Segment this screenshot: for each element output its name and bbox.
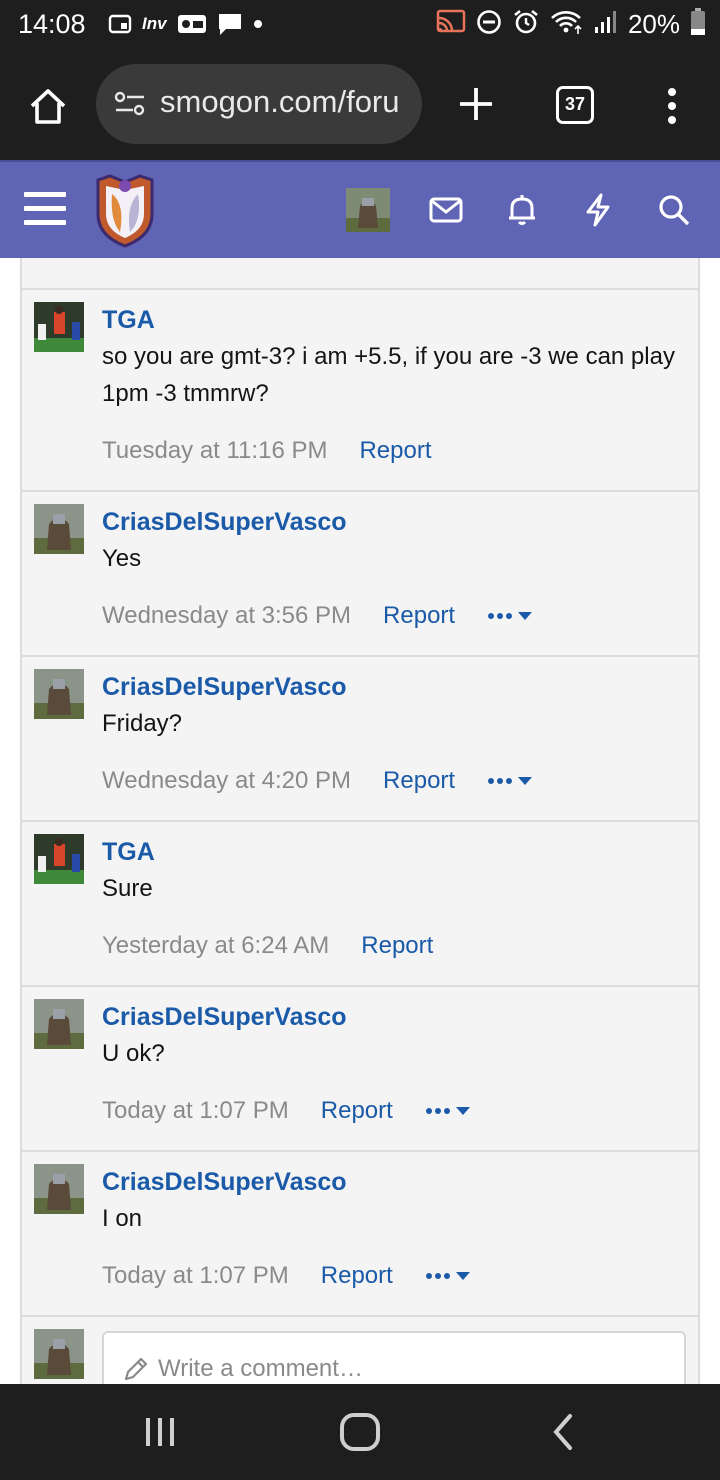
comment-author[interactable]: TGA	[102, 304, 678, 336]
system-nav-bar	[0, 1384, 720, 1480]
status-left-icons: Inv	[108, 12, 263, 36]
comment-text: so you are gmt-3? i am +5.5, if you are …	[102, 343, 675, 407]
status-time: 14:08	[18, 9, 86, 39]
crias-avatar[interactable]	[34, 504, 84, 554]
comment-timestamp[interactable]: Yesterday at 6:24 AM	[102, 929, 329, 963]
site-logo[interactable]	[92, 174, 158, 248]
comment-item: CriasDelSuperVasco Yes Wednesday at 3:56…	[20, 492, 700, 657]
comment-timestamp[interactable]: Today at 1:07 PM	[102, 1259, 289, 1293]
ellipsis-icon	[488, 778, 513, 784]
comment-author[interactable]: TGA	[102, 836, 678, 868]
new-tab-icon[interactable]	[456, 84, 496, 124]
battery-percent: 20%	[627, 9, 680, 39]
comment-author[interactable]: CriasDelSuperVasco	[102, 671, 678, 703]
user-avatar[interactable]	[346, 188, 390, 232]
address-bar[interactable]: smogon.com/foru	[96, 64, 422, 144]
more-options-menu[interactable]	[487, 611, 533, 621]
comment-list: TGA so you are gmt-3? i am +5.5, if you …	[20, 258, 700, 1384]
caret-down-icon	[518, 777, 533, 785]
more-options-menu[interactable]	[425, 1271, 471, 1281]
hamburger-icon[interactable]	[24, 192, 66, 228]
caret-down-icon	[518, 612, 533, 620]
tga-avatar[interactable]	[34, 302, 84, 352]
inv-app-icon: Inv	[142, 14, 167, 33]
do-not-disturb-icon	[476, 9, 502, 40]
previous-comment-partial	[20, 258, 700, 290]
comment-author[interactable]: CriasDelSuperVasco	[102, 1166, 678, 1198]
more-options-menu[interactable]	[487, 776, 533, 786]
pencil-icon	[122, 1355, 150, 1384]
comment-text: Yes	[102, 545, 142, 572]
comment-text: I on	[102, 1205, 143, 1232]
cast-screen-icon	[108, 12, 132, 36]
comment-item: TGA so you are gmt-3? i am +5.5, if you …	[20, 290, 700, 492]
cast-icon	[436, 9, 466, 40]
game-app-icon	[177, 12, 207, 36]
crias-avatar[interactable]	[34, 999, 84, 1049]
comment-item: CriasDelSuperVasco Friday? Wednesday at …	[20, 657, 700, 822]
report-link[interactable]: Report	[359, 434, 431, 468]
alerts-bell-icon[interactable]	[504, 192, 540, 228]
alarm-icon	[512, 8, 540, 41]
recents-icon[interactable]	[140, 1412, 180, 1457]
report-link[interactable]: Report	[383, 764, 455, 798]
comment-timestamp[interactable]: Today at 1:07 PM	[102, 1094, 289, 1128]
ellipsis-icon	[425, 1273, 450, 1279]
report-link[interactable]: Report	[321, 1259, 393, 1293]
comment-author[interactable]: CriasDelSuperVasco	[102, 506, 678, 538]
home-circle-icon[interactable]	[338, 1412, 382, 1457]
crias-avatar[interactable]	[34, 669, 84, 719]
url-text: smogon.com/foru	[160, 84, 400, 119]
ellipsis-icon	[425, 1108, 450, 1114]
site-header	[0, 160, 720, 258]
comment-timestamp[interactable]: Tuesday at 11:16 PM	[102, 434, 327, 468]
browser-toolbar: smogon.com/foru 37	[0, 50, 720, 160]
comment-item: TGA Sure Yesterday at 6:24 AM Report	[20, 822, 700, 987]
battery-icon	[690, 8, 706, 41]
signal-icon	[594, 9, 618, 40]
comment-timestamp[interactable]: Wednesday at 4:20 PM	[102, 764, 351, 798]
ellipsis-icon	[488, 613, 513, 619]
caret-down-icon	[455, 1272, 470, 1280]
write-comment-row: Write a comment…	[20, 1317, 700, 1384]
overflow-menu-icon[interactable]	[662, 86, 682, 126]
more-options-menu[interactable]	[425, 1106, 471, 1116]
comment-input-placeholder: Write a comment…	[158, 1355, 363, 1382]
dot-icon	[253, 12, 263, 36]
status-bar: 14:08 Inv 20%	[0, 0, 720, 50]
tga-avatar[interactable]	[34, 834, 84, 884]
comment-timestamp[interactable]: Wednesday at 3:56 PM	[102, 599, 351, 633]
comment-text: Friday?	[102, 710, 183, 737]
whats-new-bolt-icon[interactable]	[580, 192, 616, 228]
caret-down-icon	[455, 1107, 470, 1115]
comments-page: TGA so you are gmt-3? i am +5.5, if you …	[0, 258, 720, 1384]
comment-item: CriasDelSuperVasco U ok? Today at 1:07 P…	[20, 987, 700, 1152]
comment-author[interactable]: CriasDelSuperVasco	[102, 1001, 678, 1033]
wifi-icon	[550, 9, 584, 40]
comment-text: Sure	[102, 875, 153, 902]
crias-avatar[interactable]	[34, 1164, 84, 1214]
site-settings-icon[interactable]	[114, 90, 146, 123]
comment-item: CriasDelSuperVasco I on Today at 1:07 PM…	[20, 1152, 700, 1317]
inbox-icon[interactable]	[428, 192, 464, 228]
user-avatar	[34, 1329, 84, 1379]
message-icon	[217, 12, 243, 36]
status-right-icons: 20%	[436, 8, 706, 41]
report-link[interactable]: Report	[383, 599, 455, 633]
home-icon[interactable]	[26, 84, 70, 128]
tab-switcher-icon[interactable]: 37	[556, 86, 594, 124]
report-link[interactable]: Report	[321, 1094, 393, 1128]
back-icon[interactable]	[546, 1412, 578, 1457]
search-icon[interactable]	[656, 192, 692, 228]
report-link[interactable]: Report	[361, 929, 433, 963]
comment-input[interactable]: Write a comment…	[102, 1331, 686, 1384]
comment-text: U ok?	[102, 1040, 165, 1067]
